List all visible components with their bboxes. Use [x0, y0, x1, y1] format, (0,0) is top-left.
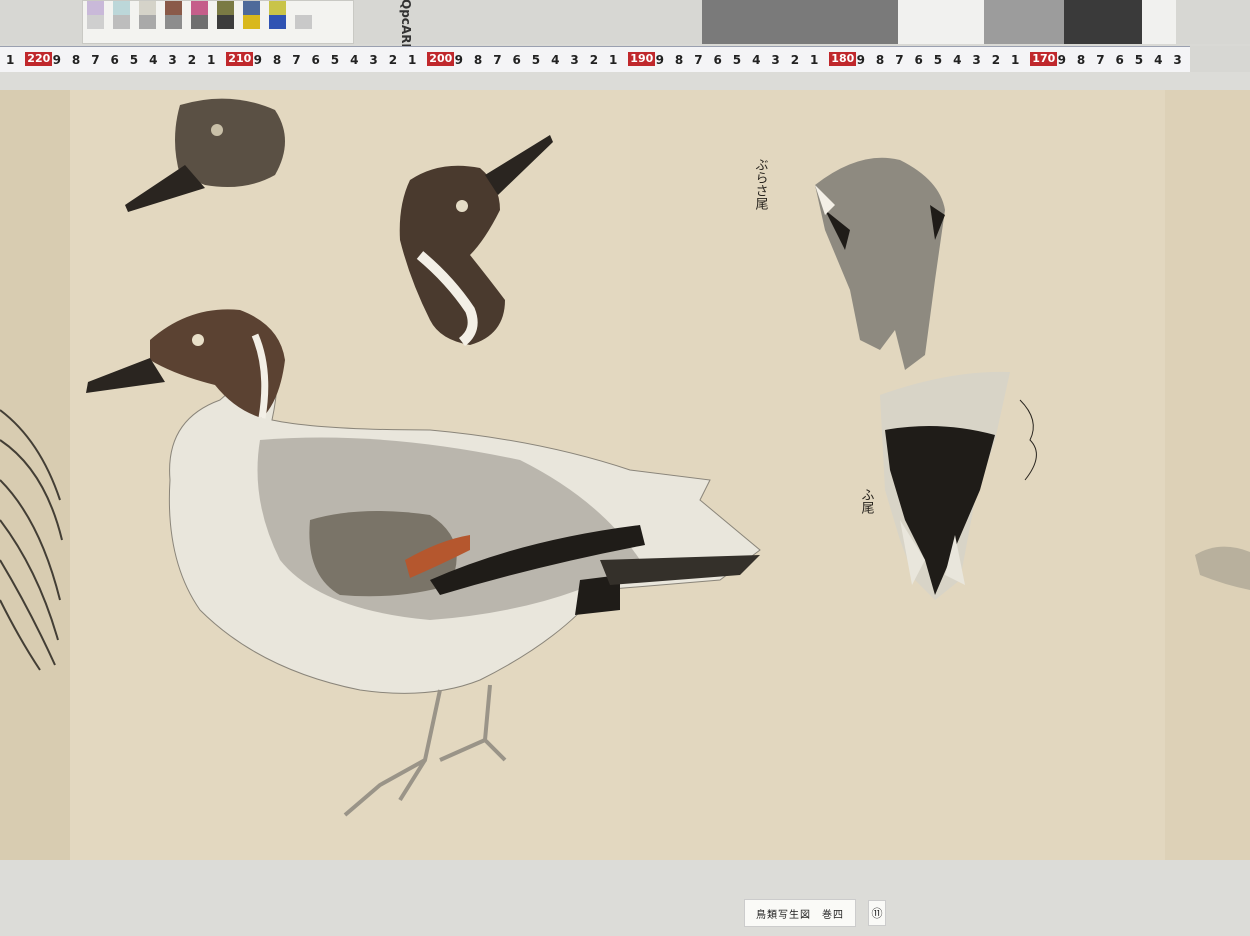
annotation-upper: ぶらさ尾 [753, 158, 769, 211]
tail-feather-study-lower [880, 371, 1010, 600]
bird-painting: ぶらさ尾 ふ尾 [0, 98, 1250, 817]
marginal-strokes [1019, 399, 1037, 481]
tail-feather-study-upper [815, 157, 945, 370]
plate-number: ⑪ [868, 900, 886, 926]
pintail-duck [86, 309, 761, 817]
duck-legs [343, 684, 507, 817]
edge-fragment [1195, 546, 1250, 590]
duck-head-1 [125, 98, 285, 212]
caption-label: 鳥類写生図 巻四 [744, 899, 856, 927]
duck-head-2 [399, 135, 553, 346]
left-feathers [0, 409, 63, 671]
annotation-lower: ふ尾 [859, 488, 875, 515]
bottom-strip [0, 860, 1250, 936]
